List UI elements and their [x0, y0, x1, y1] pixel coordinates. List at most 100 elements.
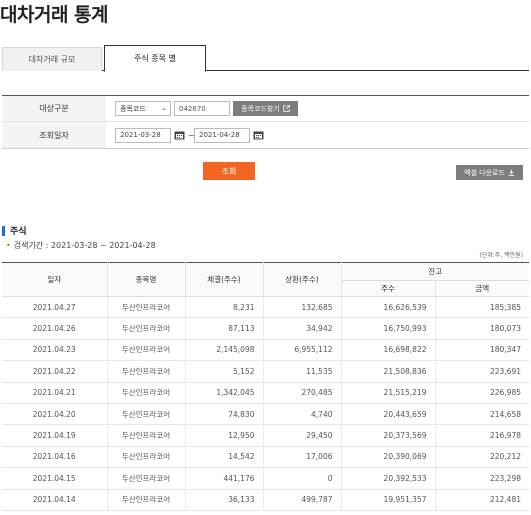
cell-date: 2021.04.27: [2, 296, 108, 319]
cell-repay: 132,685: [263, 296, 342, 319]
cell-balance-amount: 185,385: [435, 296, 529, 319]
cell-balance-shares: 21,508,836: [341, 360, 436, 383]
table-row: 2021.04.14 두산인프라코어 36,133 499,787 19,951,357…: [2, 489, 529, 511]
cell-repay: 0: [263, 467, 342, 490]
cell-date: 2021.04.15: [2, 467, 108, 490]
cell-date: 2021.04.16: [2, 446, 108, 469]
tab-lending-volume[interactable]: 대차거래 규모: [2, 47, 102, 71]
search-button[interactable]: 조회: [203, 162, 255, 180]
cell-stock-name: 두산인프라코어: [107, 382, 186, 404]
search-row-date: 조회일자 2021-03-28 ~ 2021-04-28: [2, 122, 529, 148]
date-from-input[interactable]: 2021-03-28: [115, 127, 171, 143]
table-row: 2021.04.15 두산인프라코어 441,176 0 20,392,533 223,2…: [2, 467, 529, 490]
stock-lending-table: 일자 종목명 체결(주수) 상환(주수) 잔고 주수 금액 2021.04.27…: [2, 262, 529, 511]
stock-code-input[interactable]: 042670: [174, 101, 230, 116]
table-row: 2021.04.27 두산인프라코어 8,231 132,685 16,626,539 1…: [2, 296, 529, 319]
cell-date: 2021.04.26: [2, 317, 108, 340]
cell-date: 2021.04.22: [2, 360, 108, 383]
cell-repay: 4,740: [263, 403, 342, 426]
section-title: 주식: [2, 224, 27, 237]
cell-balance-amount: 223,691: [435, 360, 529, 383]
table-row: 2021.04.16 두산인프라코어 14,542 17,006 20,390,069 2…: [2, 446, 529, 469]
cell-balance-shares: 20,443,659: [341, 403, 436, 426]
table-row: 2021.04.26 두산인프라코어 87,113 34,942 16,750,993 1…: [2, 317, 529, 340]
header-repay: 상환(주수): [263, 262, 342, 297]
excel-download-button[interactable]: 엑셀 다운로드: [456, 165, 523, 180]
cell-balance-shares: 19,951,357: [341, 489, 436, 511]
cell-balance-amount: 180,347: [435, 339, 529, 362]
cell-repay: 17,006: [263, 446, 342, 469]
cell-trade: 87,113: [185, 317, 264, 340]
calendar-icon[interactable]: [253, 130, 264, 140]
cell-date: 2021.04.19: [2, 424, 108, 447]
cell-trade: 2,145,098: [185, 339, 264, 362]
cell-stock-name: 두산인프라코어: [107, 489, 186, 511]
cell-date: 2021.04.20: [2, 403, 108, 426]
cell-balance-amount: 214,658: [435, 403, 529, 426]
header-stock-name: 종목명: [107, 262, 186, 297]
cell-trade: 5,152: [185, 360, 264, 383]
cell-balance-shares: 20,390,069: [341, 446, 436, 469]
table-body: 2021.04.27 두산인프라코어 8,231 132,685 16,626,539 1…: [2, 296, 529, 511]
find-code-button[interactable]: 종목코드찾기: [233, 101, 298, 116]
cell-balance-amount: 180,073: [435, 317, 529, 340]
cell-balance-amount: 220,212: [435, 446, 529, 469]
cell-date: 2021.04.21: [2, 382, 108, 404]
cell-stock-name: 두산인프라코어: [107, 424, 186, 447]
table-row: 2021.04.19 두산인프라코어 12,950 29,450 20,373,569 2…: [2, 424, 529, 447]
cell-balance-shares: 16,626,539: [341, 296, 436, 319]
calendar-icon[interactable]: [174, 130, 185, 140]
unit-note: (단위:주, 백만원): [479, 252, 523, 259]
tab-bar: 대차거래 규모 주식 종목 별: [2, 45, 529, 72]
cell-trade: 1,342,045: [185, 382, 264, 404]
chevron-down-icon: ⌄: [161, 104, 167, 112]
cell-balance-shares: 20,373,569: [341, 424, 436, 447]
cell-repay: 29,450: [263, 424, 342, 447]
cell-trade: 74,830: [185, 403, 264, 426]
table-row: 2021.04.23 두산인프라코어 2,145,098 6,955,112 16,69…: [2, 339, 529, 362]
excel-download-label: 엑셀 다운로드: [464, 168, 505, 177]
cell-stock-name: 두산인프라코어: [107, 296, 186, 319]
cell-balance-shares: 21,515,219: [341, 382, 436, 404]
target-label: 대상구분: [2, 96, 106, 121]
cell-repay: 270,485: [263, 382, 342, 404]
cell-balance-amount: 223,298: [435, 467, 529, 490]
cell-trade: 441,176: [185, 467, 264, 490]
date-label: 조회일자: [2, 122, 106, 148]
target-select[interactable]: 종목코드 ⌄: [115, 101, 171, 116]
table-row: 2021.04.22 두산인프라코어 5,152 11,535 21,508,836 22…: [2, 360, 529, 383]
header-trade: 체결(주수): [185, 262, 264, 297]
search-panel: 대상구분 종목코드 ⌄ 042670 종목코드찾기 조회일자 2021-03-2…: [2, 95, 529, 149]
cell-repay: 34,942: [263, 317, 342, 340]
cell-repay: 6,955,112: [263, 339, 342, 362]
cell-balance-amount: 216,978: [435, 424, 529, 447]
cell-balance-shares: 20,392,533: [341, 467, 436, 490]
cell-stock-name: 두산인프라코어: [107, 339, 186, 362]
cell-balance-amount: 212,481: [435, 489, 529, 511]
download-icon: [508, 169, 515, 176]
cell-date: 2021.04.14: [2, 489, 108, 511]
section-title-text: 주식: [10, 227, 27, 237]
tab-by-stock[interactable]: 주식 종목 별: [104, 45, 206, 72]
header-balance-amount: 금액: [435, 280, 529, 297]
external-link-icon: [283, 105, 290, 112]
cell-stock-name: 두산인프라코어: [107, 317, 186, 340]
find-code-button-label: 종목코드찾기: [241, 104, 280, 113]
cell-trade: 36,133: [185, 489, 264, 511]
header-date: 일자: [2, 262, 108, 297]
search-row-target: 대상구분 종목코드 ⌄ 042670 종목코드찾기: [2, 96, 529, 122]
header-balance-shares: 주수: [341, 280, 436, 297]
cell-trade: 8,231: [185, 296, 264, 319]
cell-balance-shares: 16,698,822: [341, 339, 436, 362]
cell-stock-name: 두산인프라코어: [107, 446, 186, 469]
cell-stock-name: 두산인프라코어: [107, 360, 186, 383]
header-balance: 잔고: [341, 262, 529, 281]
cell-trade: 12,950: [185, 424, 264, 447]
table-row: 2021.04.20 두산인프라코어 74,830 4,740 20,443,659 21…: [2, 403, 529, 426]
target-select-value: 종목코드: [120, 104, 146, 113]
cell-repay: 11,535: [263, 360, 342, 383]
search-period: • 검색기간 : 2021-03-28 ~ 2021-04-28: [6, 240, 156, 251]
date-to-input[interactable]: 2021-04-28: [194, 127, 250, 143]
bullet-icon: •: [6, 241, 11, 250]
search-period-text: 검색기간 : 2021-03-28 ~ 2021-04-28: [13, 241, 156, 250]
